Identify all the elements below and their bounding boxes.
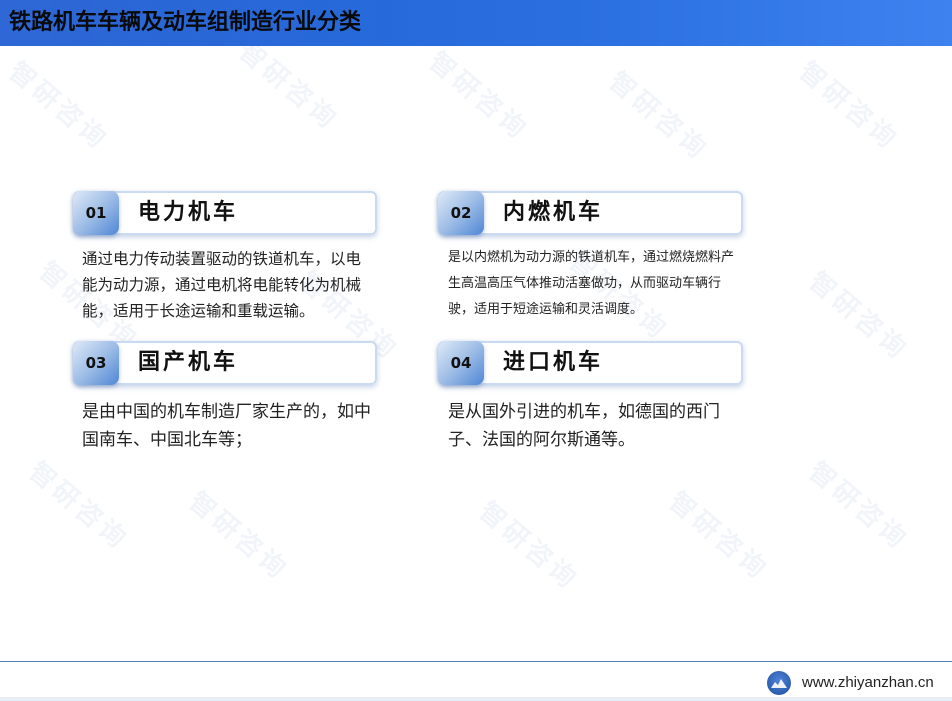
watermark: 智研咨询 xyxy=(802,456,915,557)
watermark: 智研咨询 xyxy=(232,46,345,137)
watermark: 智研咨询 xyxy=(802,266,915,367)
footer-band xyxy=(0,697,952,701)
number-badge: 01 xyxy=(73,191,119,235)
number-badge: 03 xyxy=(73,341,119,385)
card-header-imported: 04 进口机车 xyxy=(438,341,743,385)
number-badge: 04 xyxy=(438,341,484,385)
zhiyan-logo-icon xyxy=(767,671,791,695)
card-number: 03 xyxy=(85,354,107,372)
page-title: 铁路机车车辆及动车组制造行业分类 xyxy=(9,10,362,35)
card-description: 是从国外引进的机车，如德国的西门子、法国的阿尔斯通等。 xyxy=(448,402,720,450)
card-title: 内燃机车 xyxy=(503,200,604,225)
watermark: 智研咨询 xyxy=(602,66,715,167)
card-title: 国产机车 xyxy=(138,350,239,375)
card-title: 进口机车 xyxy=(503,350,604,375)
title-bar: 铁路机车车辆及动车组制造行业分类 xyxy=(0,0,952,46)
card-description: 是以内燃机为动力源的铁道机车，通过燃烧燃料产生高温高压气体推动活塞做功，从而驱动… xyxy=(448,250,735,317)
watermark: 智研咨询 xyxy=(792,56,905,157)
watermark: 智研咨询 xyxy=(662,486,775,587)
card-header-domestic: 03 国产机车 xyxy=(73,341,377,385)
card-number: 01 xyxy=(85,204,107,222)
footer-divider xyxy=(0,661,952,662)
watermark: 智研咨询 xyxy=(22,456,135,557)
card-header-diesel: 02 内燃机车 xyxy=(438,191,743,235)
watermark: 智研咨询 xyxy=(422,46,535,147)
watermark: 智研咨询 xyxy=(2,56,115,157)
card-header-electric: 01 电力机车 xyxy=(73,191,377,235)
watermark: 智研咨询 xyxy=(472,496,585,597)
footer-site-url[interactable]: www.zhiyanzhan.cn xyxy=(802,673,934,693)
card-description: 通过电力传动装置驱动的铁道机车，以电能为动力源，通过电机将电能转化为机械能，适用… xyxy=(82,250,362,320)
card-number: 02 xyxy=(450,204,472,222)
card-description: 是由中国的机车制造厂家生产的，如中国南车、中国北车等； xyxy=(82,402,371,450)
card-title: 电力机车 xyxy=(138,200,239,225)
card-number: 04 xyxy=(450,354,472,372)
number-badge: 02 xyxy=(438,191,484,235)
watermark: 智研咨询 xyxy=(182,486,295,587)
